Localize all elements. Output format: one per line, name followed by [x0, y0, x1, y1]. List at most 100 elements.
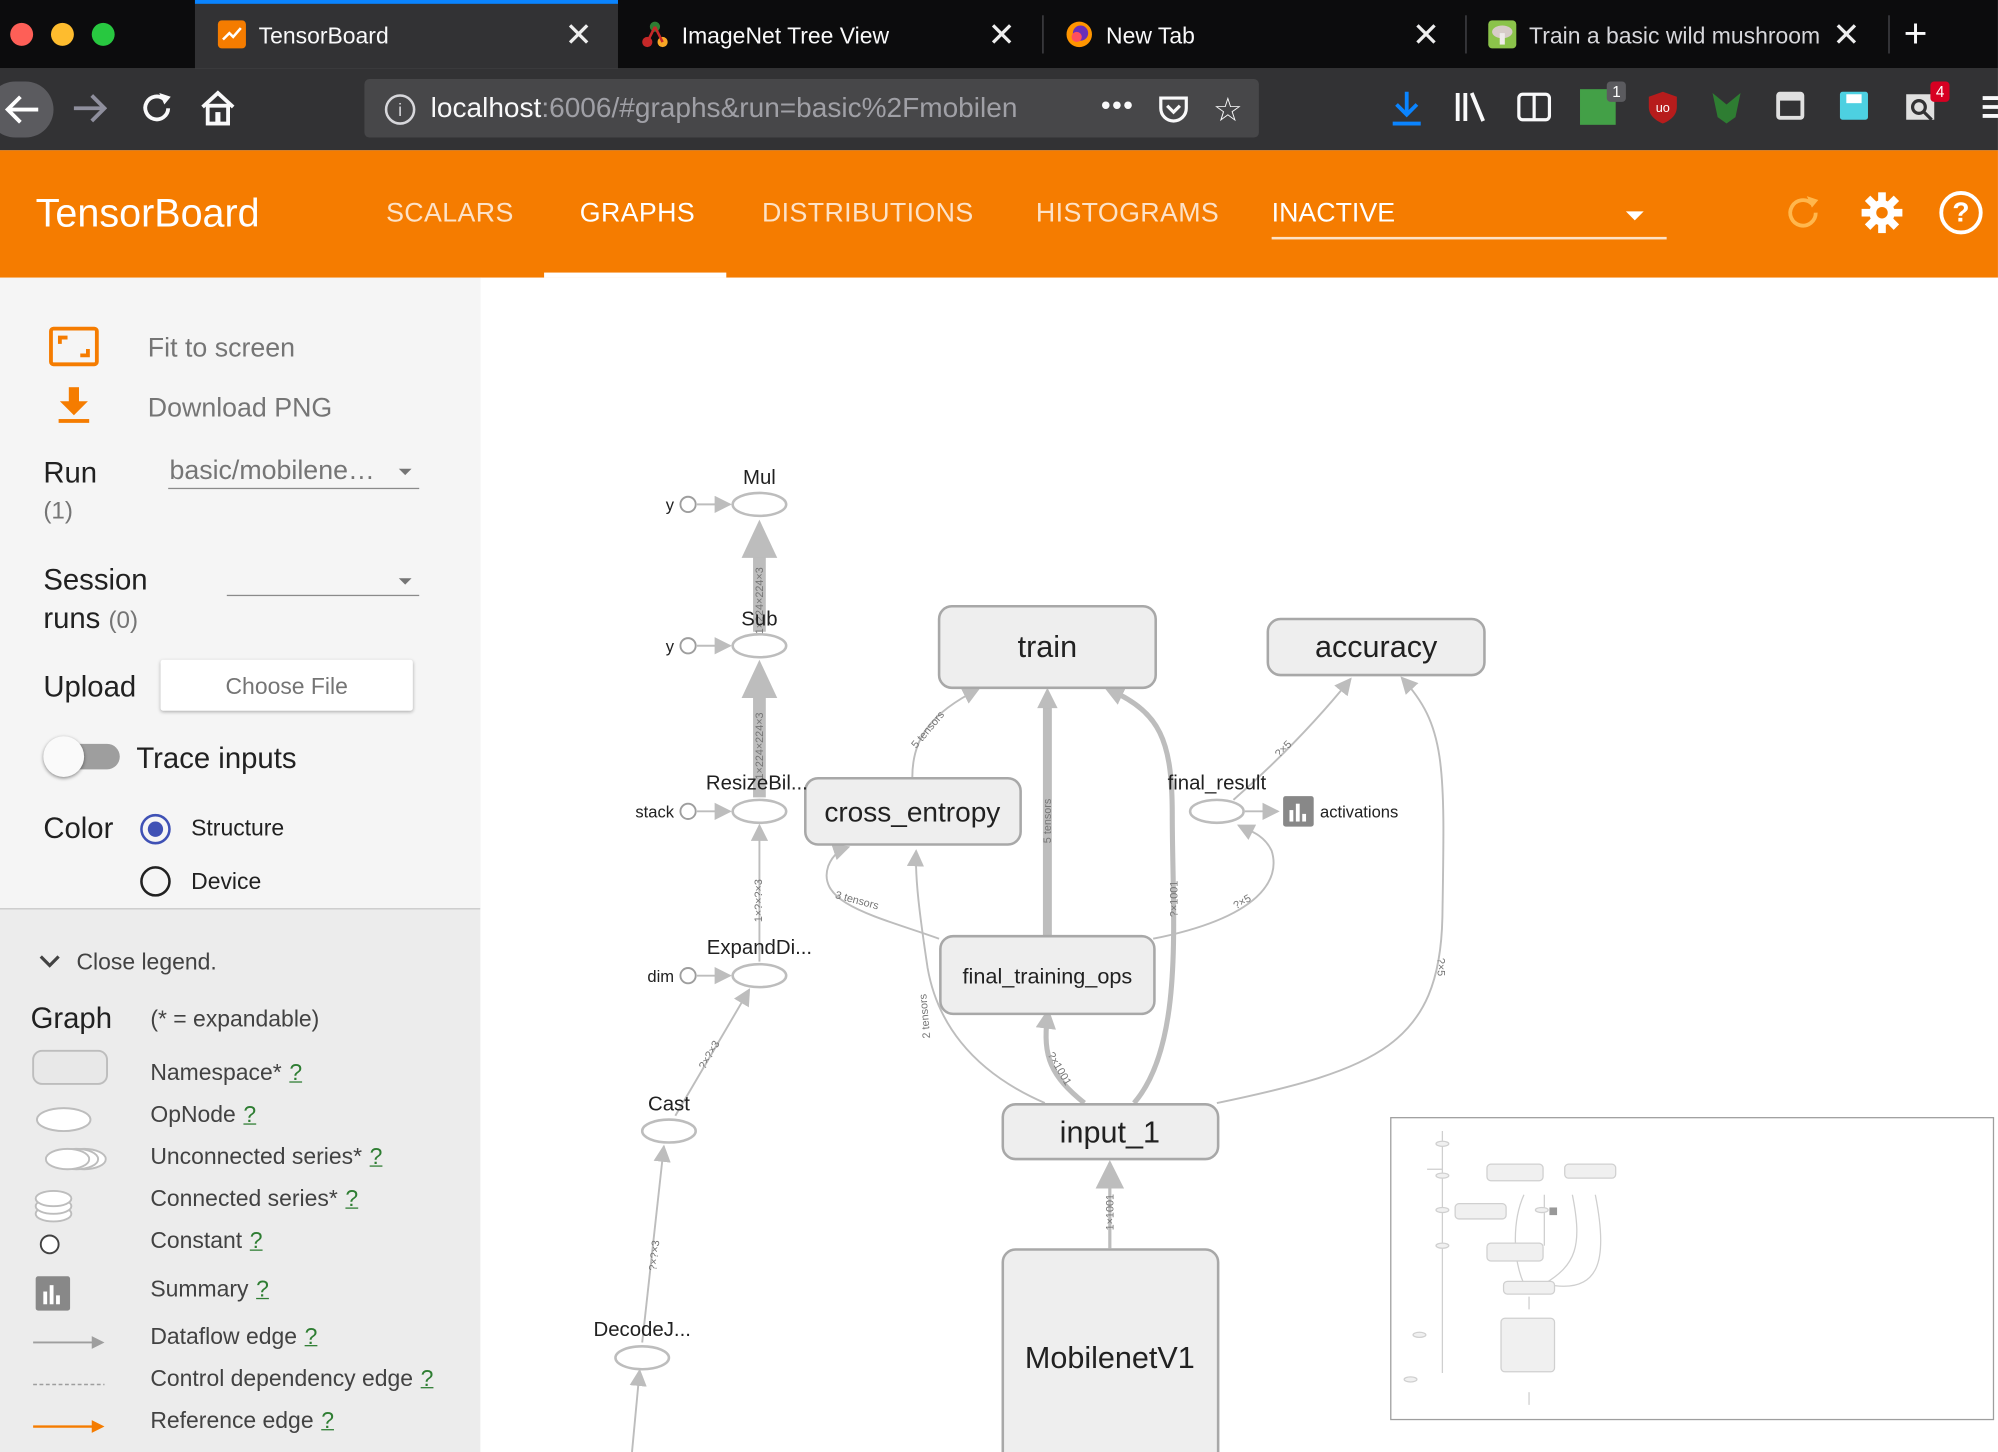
- download-png-icon[interactable]: [56, 385, 92, 432]
- back-button[interactable]: [0, 81, 54, 138]
- reload-button[interactable]: [138, 89, 176, 134]
- tab-graphs[interactable]: GRAPHS: [580, 199, 695, 230]
- legend-expandable-note: (* = expandable): [150, 1006, 320, 1032]
- color-device-radio[interactable]: [140, 866, 171, 897]
- pocket-icon[interactable]: [1157, 94, 1190, 131]
- help-icon[interactable]: ?: [1939, 191, 1983, 235]
- node-cast-label: Cast: [648, 1094, 690, 1116]
- close-tab-icon[interactable]: ✕: [1412, 15, 1440, 54]
- extension-window-icon[interactable]: [1774, 89, 1810, 125]
- downloads-icon[interactable]: [1389, 89, 1425, 126]
- help-link[interactable]: ?: [370, 1144, 383, 1169]
- inactive-dashboards-select[interactable]: INACTIVE: [1271, 199, 1667, 240]
- node-train[interactable]: train: [937, 605, 1157, 690]
- close-tab-icon[interactable]: ✕: [1833, 15, 1861, 54]
- browser-tab-imagenet[interactable]: ImageNet Tree View ✕: [618, 0, 1041, 69]
- legend-item-reference-edge: Reference edge?: [150, 1407, 334, 1433]
- node-const-y-sub[interactable]: y: [666, 637, 697, 656]
- extension-fox-icon[interactable]: [1710, 89, 1746, 125]
- node-mobilenetv1[interactable]: MobilenetV1: [1001, 1248, 1220, 1452]
- node-cast[interactable]: Cast: [640, 1094, 697, 1144]
- browser-nav-bar: i localhost:6006/#graphs&run=basic%2Fmob…: [0, 68, 1998, 151]
- run-select[interactable]: basic/mobilene…: [168, 456, 420, 490]
- tab-scalars[interactable]: SCALARS: [386, 199, 514, 230]
- node-input-1[interactable]: input_1: [1001, 1103, 1220, 1161]
- node-const-stack[interactable]: stack: [635, 803, 697, 822]
- extension-search-icon[interactable]: 4: [1904, 81, 1950, 125]
- bookmark-star-icon[interactable]: ☆: [1213, 90, 1243, 129]
- page-actions-icon[interactable]: •••: [1101, 89, 1134, 122]
- tensorboard-header: TensorBoard SCALARS GRAPHS DISTRIBUTIONS…: [0, 150, 1998, 278]
- edge-label-resize-sub: 1×224×224×3: [754, 712, 766, 779]
- node-const-dim[interactable]: dim: [647, 967, 697, 986]
- node-mul[interactable]: Mul: [731, 467, 788, 518]
- edge-label-decode-cast: ?×?×3: [647, 1240, 662, 1272]
- close-legend-button[interactable]: Close legend.: [76, 949, 216, 976]
- node-final-result-label: final_result: [1168, 773, 1267, 795]
- close-tab-icon[interactable]: ✕: [988, 15, 1016, 54]
- node-expand-dims[interactable]: ExpandDi...: [707, 937, 812, 989]
- browser-tab-mushroom[interactable]: Train a basic wild mushroom ✕: [1465, 0, 1885, 69]
- download-png-button[interactable]: Download PNG: [148, 394, 332, 425]
- node-accuracy[interactable]: accuracy: [1266, 617, 1486, 677]
- browser-tab-tensorboard[interactable]: TensorBoard ✕: [194, 0, 618, 69]
- node-final-training-ops[interactable]: final_training_ops: [939, 934, 1156, 1016]
- node-const-y-mul[interactable]: y: [666, 496, 697, 515]
- help-link[interactable]: ?: [345, 1186, 358, 1211]
- run-label: Run: [43, 455, 98, 490]
- settings-gear-icon[interactable]: [1860, 191, 1903, 241]
- extension-green-icon[interactable]: 1: [1580, 81, 1626, 125]
- node-decode-label: DecodeJ...: [593, 1319, 690, 1341]
- choose-file-button[interactable]: Choose File: [160, 659, 413, 711]
- tab-histograms[interactable]: HISTOGRAMS: [1036, 199, 1219, 230]
- fit-to-screen-button[interactable]: Fit to screen: [148, 334, 295, 365]
- home-button[interactable]: [199, 89, 237, 134]
- graph-minimap[interactable]: [1390, 1117, 1995, 1421]
- node-resize-bilinear[interactable]: ResizeBil...: [706, 773, 808, 825]
- close-window-button[interactable]: [10, 22, 34, 46]
- edge-label-fto-fr: ?×5: [1231, 892, 1253, 912]
- graph-canvas[interactable]: 1×224×224×3 1×224×224×3 1×?×?×3 ?×?×3 ?×…: [480, 277, 1998, 1452]
- reader-view-icon[interactable]: [1516, 89, 1552, 125]
- legend-item-summary: Summary?: [150, 1276, 269, 1302]
- edge-fto-train-arrow: [1037, 687, 1058, 709]
- node-cross-entropy[interactable]: cross_entropy: [804, 776, 1022, 846]
- site-info-icon[interactable]: i: [384, 94, 416, 125]
- forward-button[interactable]: [71, 92, 108, 131]
- chevron-down-icon[interactable]: [38, 953, 61, 976]
- node-train-label: train: [1018, 630, 1077, 664]
- help-link[interactable]: ?: [321, 1407, 334, 1432]
- tab-distributions[interactable]: DISTRIBUTIONS: [762, 199, 974, 230]
- close-tab-icon[interactable]: ✕: [565, 15, 593, 54]
- legend-item-dataflow-edge: Dataflow edge?: [150, 1323, 318, 1349]
- help-link[interactable]: ?: [256, 1276, 269, 1301]
- url-bar[interactable]: i localhost:6006/#graphs&run=basic%2Fmob…: [364, 78, 1259, 138]
- minimap-svg: [1403, 1131, 1617, 1405]
- edge-label-expand-resize: 1×?×?×3: [753, 879, 765, 922]
- new-tab-button[interactable]: +: [1904, 10, 1928, 57]
- minimize-window-button[interactable]: [50, 22, 74, 46]
- connected-series-symbol: [34, 1189, 73, 1223]
- trace-inputs-toggle[interactable]: [43, 736, 85, 777]
- color-structure-radio[interactable]: [140, 813, 171, 845]
- fit-to-screen-icon[interactable]: [48, 326, 99, 373]
- node-decode-jpeg[interactable]: DecodeJ...: [593, 1319, 691, 1371]
- node-summary-activations[interactable]: activations: [1283, 796, 1398, 827]
- reload-data-icon[interactable]: [1784, 194, 1822, 239]
- browser-tab-new[interactable]: New Tab ✕: [1042, 0, 1465, 69]
- help-link[interactable]: ?: [243, 1102, 256, 1127]
- session-runs-select[interactable]: [226, 568, 420, 597]
- edge-label-input-train: ?×1001: [1168, 881, 1180, 917]
- edge-sub-mul-arrow: [741, 519, 778, 558]
- menu-icon[interactable]: [1980, 89, 1998, 125]
- node-final-result[interactable]: final_result: [1168, 773, 1267, 825]
- save-extension-icon[interactable]: [1837, 89, 1873, 125]
- ublock-icon[interactable]: uo: [1646, 89, 1682, 125]
- help-link[interactable]: ?: [421, 1365, 434, 1390]
- help-link[interactable]: ?: [289, 1060, 302, 1085]
- chevron-down-icon: [1625, 211, 1644, 221]
- help-link[interactable]: ?: [250, 1228, 263, 1253]
- maximize-window-button[interactable]: [91, 22, 115, 46]
- help-link[interactable]: ?: [305, 1323, 318, 1348]
- library-icon[interactable]: [1453, 89, 1489, 125]
